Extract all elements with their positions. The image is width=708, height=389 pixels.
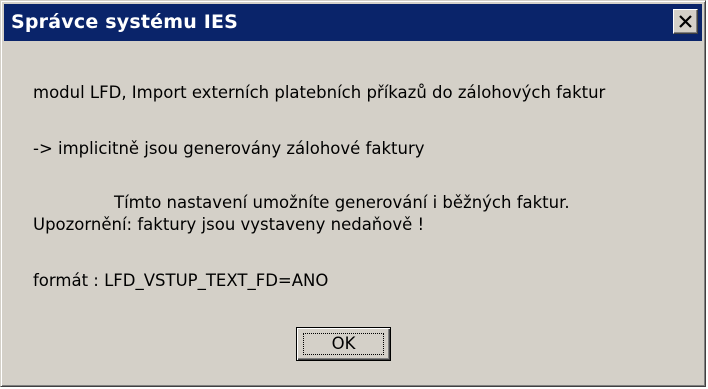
title-bar[interactable]: Správce systému IES — [4, 4, 702, 41]
close-icon — [679, 15, 692, 28]
message-line-warning: Upozornění: faktury jsou vystaveny nedaň… — [33, 215, 425, 234]
message-line-default: -> implicitně jsou generovány zálohové f… — [33, 139, 425, 158]
ok-button[interactable]: OK — [296, 327, 391, 361]
dialog-title: Správce systému IES — [11, 11, 239, 33]
message-line-setting: Tímto nastavení umožníte generování i bě… — [114, 193, 570, 212]
message-line-module: modul LFD, Import externích platebních p… — [33, 83, 606, 102]
message-line-format: formát : LFD_VSTUP_TEXT_FD=ANO — [33, 271, 329, 290]
ok-button-label: OK — [331, 334, 356, 353]
close-button[interactable] — [673, 9, 698, 34]
message-dialog: Správce systému IES modul LFD, Import ex… — [0, 0, 706, 387]
